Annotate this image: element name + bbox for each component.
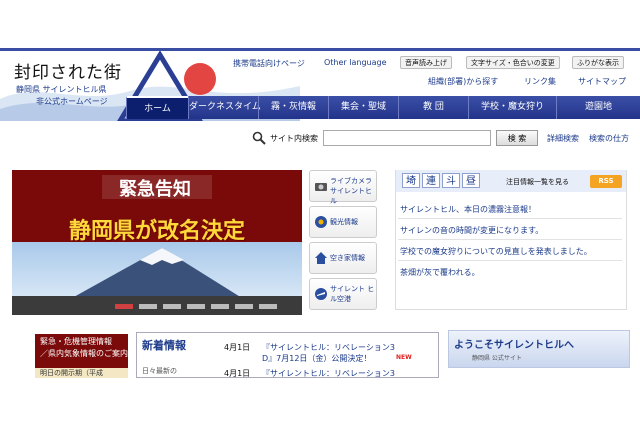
search-icon [252, 131, 266, 145]
search-help-link[interactable]: 検索の仕方 [589, 133, 629, 144]
site-search-input[interactable] [323, 130, 491, 146]
carousel-indicators[interactable] [115, 304, 297, 310]
news-divider [398, 218, 622, 219]
info-date: 4月1日 [224, 343, 251, 352]
tourism-info-button[interactable]: 観光情報 [309, 206, 377, 238]
nav-gathering[interactable]: 集会・聖域 [328, 96, 398, 119]
search-button[interactable]: 検 索 [496, 130, 538, 146]
voice-reading-button[interactable]: 音声読み上げ [400, 56, 452, 69]
text-size-color-button[interactable]: 文字サイズ・色合いの変更 [466, 56, 560, 69]
info-item-line[interactable]: 『サイレントヒル：リベレーション3 [262, 368, 395, 379]
info-item-line[interactable]: 『サイレントヒル：リベレーション3 [262, 342, 395, 353]
rss-button[interactable]: RSS [590, 175, 622, 188]
prefecture-name: 静岡県 サイレントヒル県 [16, 85, 107, 94]
new-badge: NEW [396, 354, 412, 361]
nav-amusement-park[interactable]: 遊園地 [556, 96, 640, 119]
airport-label: サイレント ヒル空港 [330, 285, 375, 303]
news-tab-2[interactable]: 連 [422, 173, 440, 188]
nav-darkness-time[interactable]: ダークネスタイム [188, 96, 261, 119]
airport-button[interactable]: サイレント ヒル空港 [309, 278, 377, 310]
live-camera-button[interactable]: ライブカメラ サイレントヒル [309, 170, 377, 205]
nav-home[interactable]: ホーム [126, 96, 188, 119]
news-item[interactable]: 学校での魔女狩りについての見直しを発表しました。 [400, 246, 592, 257]
house-icon [314, 251, 328, 265]
vacant-house-label: 空き家情報 [330, 254, 365, 262]
links-page-link[interactable]: リンク集 [524, 76, 556, 87]
welcome-subtext: 静岡県 公式サイト [472, 355, 522, 362]
furigana-button[interactable]: ふりがな表示 [572, 56, 624, 69]
info-item-line[interactable]: D』7月12日（金）公開決定！ [262, 353, 371, 364]
org-search-link[interactable]: 組織(部署)から探す [428, 76, 498, 87]
search-label: サイト内検索 [270, 134, 318, 143]
new-info-side-text: 日々最新の [142, 367, 177, 375]
news-tab-4[interactable]: 昼 [462, 173, 480, 188]
camera-icon [314, 179, 328, 193]
tourism-icon [314, 215, 328, 229]
nav-school[interactable]: 学校・魔女狩り [468, 96, 556, 119]
prefecture-subtitle: 非公式ホームページ [36, 97, 108, 106]
site-logo[interactable]: 封印された街 [14, 58, 122, 83]
sitemap-link[interactable]: サイトマップ [578, 76, 626, 87]
emergency-title: 緊急・危機管理情報 [40, 337, 112, 346]
nav-fog-ash[interactable]: 霧・灰情報 [258, 96, 328, 119]
news-item[interactable]: サイレンの音の時間が変更になります。 [400, 225, 543, 236]
nav-cult[interactable]: 教 団 [398, 96, 468, 119]
news-tab-1[interactable]: 埼 [402, 173, 420, 188]
vacant-house-button[interactable]: 空き家情報 [309, 242, 377, 274]
banner-main-text: 静岡県が改名決定 [68, 219, 245, 244]
other-language-link[interactable]: Other language [324, 58, 387, 67]
news-list-link[interactable]: 注目情報一覧を見る [506, 177, 569, 187]
info-date: 4月1日 [224, 369, 251, 378]
welcome-text: ようこそサイレントヒルへ [454, 340, 574, 351]
new-info-title: 新着情報 [142, 339, 186, 352]
live-camera-label: ライブカメラ サイレントヒル [330, 177, 372, 205]
airport-icon [314, 287, 328, 301]
emergency-subtitle: ／県内気象情報のご案内 [40, 349, 128, 358]
emergency-detail-text[interactable]: 明日の開示期（平成 [40, 368, 103, 378]
mobile-page-link[interactable]: 携帯電話向けページ [233, 58, 305, 69]
tourism-info-label: 観光情報 [330, 218, 358, 226]
banner-notice-title: 緊急告知 [119, 179, 191, 200]
advanced-search-link[interactable]: 詳細検索 [547, 133, 579, 144]
news-divider [398, 239, 622, 240]
news-item[interactable]: 茶畑が灰で覆われる。 [400, 267, 480, 278]
news-divider [398, 260, 622, 261]
news-item[interactable]: サイレントヒル、本日の濃霧注意報！ [400, 204, 536, 215]
news-tab-3[interactable]: 斗 [442, 173, 460, 188]
